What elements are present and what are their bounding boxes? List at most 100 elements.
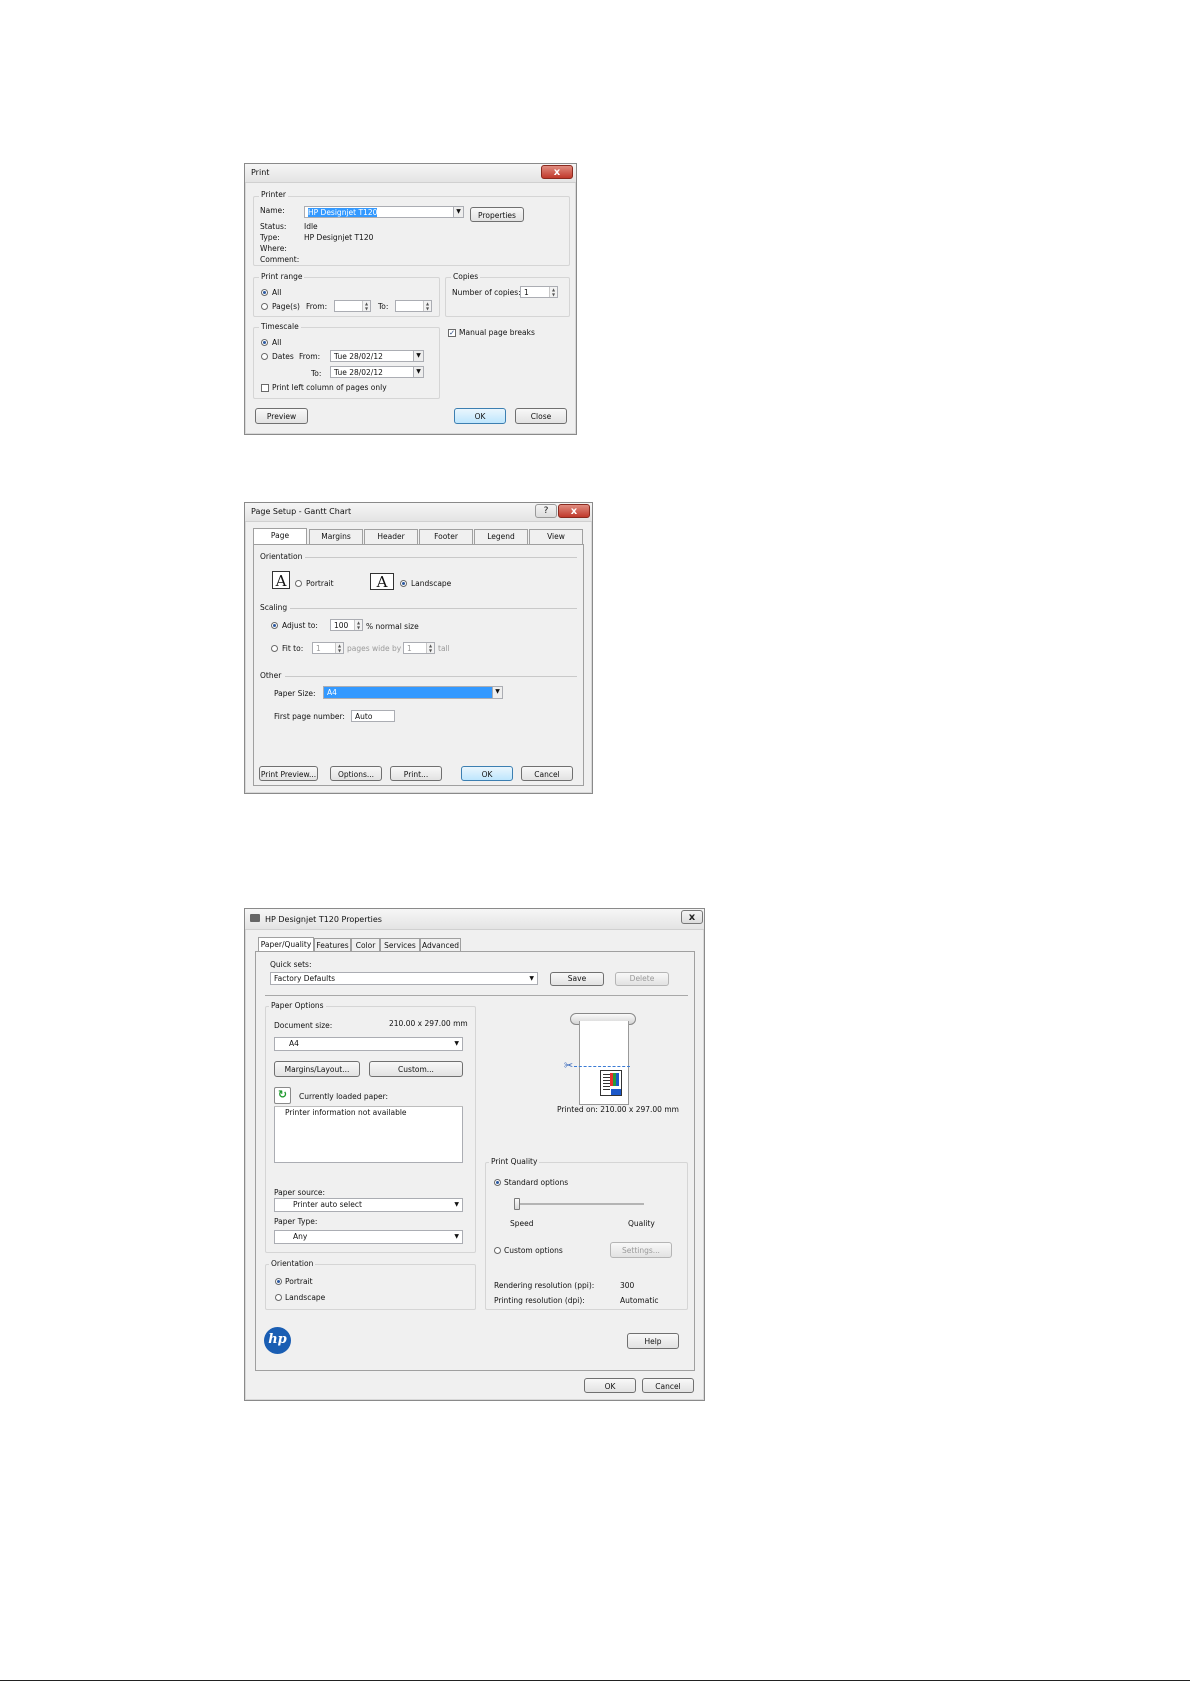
spinner-arrows-icon[interactable]: ▲ ▼ (549, 287, 557, 297)
chevron-down-icon[interactable]: ▼ (454, 1199, 459, 1211)
range-from-input[interactable]: ▲ ▼ (334, 300, 371, 312)
orientation-separator (305, 557, 577, 558)
close-icon[interactable]: x (558, 504, 590, 518)
page-bottom-rule (0, 1680, 1190, 1681)
tab-services[interactable]: Services (380, 938, 420, 952)
spinner-arrows-icon[interactable]: ▲ ▼ (423, 301, 431, 311)
custom-options-radio[interactable] (494, 1247, 501, 1254)
tab-header[interactable]: Header (364, 529, 418, 545)
manual-page-breaks-checkbox[interactable]: ✓ (448, 329, 456, 337)
range-to-label: To: (378, 302, 389, 311)
page-setup-dialog: Page Setup - Gantt Chart ? x Page Margin… (244, 502, 593, 794)
chevron-down-icon[interactable]: ▼ (454, 1038, 459, 1050)
ok-button[interactable]: OK (461, 766, 513, 781)
fit-to-radio[interactable] (271, 645, 278, 652)
chevron-down-icon[interactable]: ▼ (413, 367, 423, 377)
quick-sets-select[interactable]: Factory Defaults ▼ (270, 972, 538, 985)
save-button[interactable]: Save (550, 972, 604, 986)
print-left-column-checkbox[interactable] (261, 384, 269, 392)
print-dialog: Print x Printer Name: HP Designjet T120 … (244, 163, 577, 435)
options-button[interactable]: Options... (330, 766, 382, 781)
adjust-to-radio[interactable] (271, 622, 278, 629)
tab-features[interactable]: Features (314, 938, 351, 952)
printing-resolution-label: Printing resolution (dpi): (494, 1296, 585, 1305)
printed-image-badge (611, 1089, 621, 1095)
tab-advanced[interactable]: Advanced (420, 938, 461, 952)
first-page-number-value: Auto (355, 712, 373, 721)
adjust-to-input[interactable]: 100 ▲ ▼ (330, 619, 363, 631)
printer-name-select[interactable]: HP Designjet T120 ▼ (304, 206, 464, 218)
chevron-down-icon[interactable]: ▼ (454, 1231, 459, 1243)
tab-footer[interactable]: Footer (419, 529, 473, 545)
close-icon[interactable]: x (681, 910, 703, 924)
close-icon[interactable]: x (541, 165, 573, 179)
spinner-arrows-icon[interactable]: ▲ ▼ (335, 643, 343, 653)
landscape-radio[interactable] (400, 580, 407, 587)
paper-source-select[interactable]: Printer auto select ▼ (274, 1198, 463, 1212)
printer-info-text: Printer information not available (285, 1108, 407, 1117)
standard-options-radio[interactable] (494, 1179, 501, 1186)
ok-button[interactable]: OK (584, 1378, 636, 1393)
dates-from-label: From: (299, 352, 321, 361)
chevron-down-icon[interactable]: ▼ (413, 351, 423, 361)
printed-image-icon (600, 1070, 622, 1096)
portrait-radio[interactable] (275, 1278, 282, 1285)
number-of-copies-label: Number of copies: (452, 288, 521, 297)
print-preview-button[interactable]: Print Preview... (259, 766, 318, 781)
range-to-input[interactable]: ▲ ▼ (395, 300, 432, 312)
margins-layout-button[interactable]: Margins/Layout... (274, 1061, 360, 1077)
cancel-button[interactable]: Cancel (642, 1378, 694, 1393)
portrait-radio[interactable] (295, 580, 302, 587)
custom-button[interactable]: Custom... (369, 1061, 463, 1077)
fit-wide-input[interactable]: 1 ▲ ▼ (312, 642, 344, 654)
tab-margins[interactable]: Margins (309, 529, 363, 545)
range-all-radio[interactable] (261, 289, 268, 296)
hp-logo-text: hp (268, 1332, 287, 1347)
delete-button[interactable]: Delete (615, 972, 669, 986)
properties-button[interactable]: Properties (470, 207, 524, 222)
tab-page[interactable]: Page (253, 528, 307, 545)
settings-button[interactable]: Settings... (610, 1242, 672, 1258)
tab-legend[interactable]: Legend (474, 529, 528, 545)
tab-color[interactable]: Color (351, 938, 380, 952)
tab-paper-quality[interactable]: Paper/Quality (258, 937, 314, 952)
paper-type-select[interactable]: Any ▼ (274, 1230, 463, 1244)
print-button[interactable]: Print... (390, 766, 442, 781)
preview-button[interactable]: Preview (255, 408, 308, 424)
spinner-arrows-icon[interactable]: ▲ ▼ (362, 301, 370, 311)
cancel-button[interactable]: Cancel (521, 766, 573, 781)
chevron-down-icon[interactable]: ▼ (529, 973, 534, 984)
comment-label: Comment: (260, 255, 300, 264)
spinner-arrows-icon[interactable]: ▲ ▼ (354, 620, 362, 630)
range-pages-radio[interactable] (261, 303, 268, 310)
close-button[interactable]: Close (515, 408, 567, 424)
quick-sets-value: Factory Defaults (274, 974, 336, 983)
tab-view[interactable]: View (529, 529, 583, 545)
help-button[interactable]: Help (627, 1333, 679, 1349)
document-size-select[interactable]: A4 ▼ (274, 1037, 463, 1051)
number-of-copies-input[interactable]: 1 ▲ ▼ (520, 286, 558, 298)
quality-slider-thumb[interactable] (514, 1198, 520, 1210)
paper-type-value: Any (293, 1232, 308, 1241)
timescale-all-radio[interactable] (261, 339, 268, 346)
help-icon[interactable]: ? (535, 504, 557, 518)
timescale-dates-radio[interactable] (261, 353, 268, 360)
dates-to-picker[interactable]: Tue 28/02/12 ▼ (330, 366, 424, 378)
fit-wide-value: 1 (316, 644, 321, 653)
refresh-icon[interactable]: ↻ (274, 1087, 291, 1104)
status-label: Status: (260, 222, 287, 231)
paper-size-select[interactable]: A4 ▼ (323, 686, 503, 699)
first-page-number-input[interactable]: Auto (351, 710, 395, 722)
ok-button[interactable]: OK (454, 408, 506, 424)
fit-tall-input[interactable]: 1 ▲ ▼ (403, 642, 435, 654)
rendering-resolution-label: Rendering resolution (ppi): (494, 1281, 595, 1290)
chevron-down-icon[interactable]: ▼ (453, 207, 463, 217)
quality-slider[interactable] (514, 1198, 644, 1210)
chevron-down-icon[interactable]: ▼ (492, 687, 502, 698)
dates-from-picker[interactable]: Tue 28/02/12 ▼ (330, 350, 424, 362)
landscape-radio[interactable] (275, 1294, 282, 1301)
spinner-arrows-icon[interactable]: ▲ ▼ (426, 643, 434, 653)
other-label: Other (260, 671, 282, 680)
printer-icon (250, 914, 260, 922)
fit-tall-value: 1 (407, 644, 412, 653)
